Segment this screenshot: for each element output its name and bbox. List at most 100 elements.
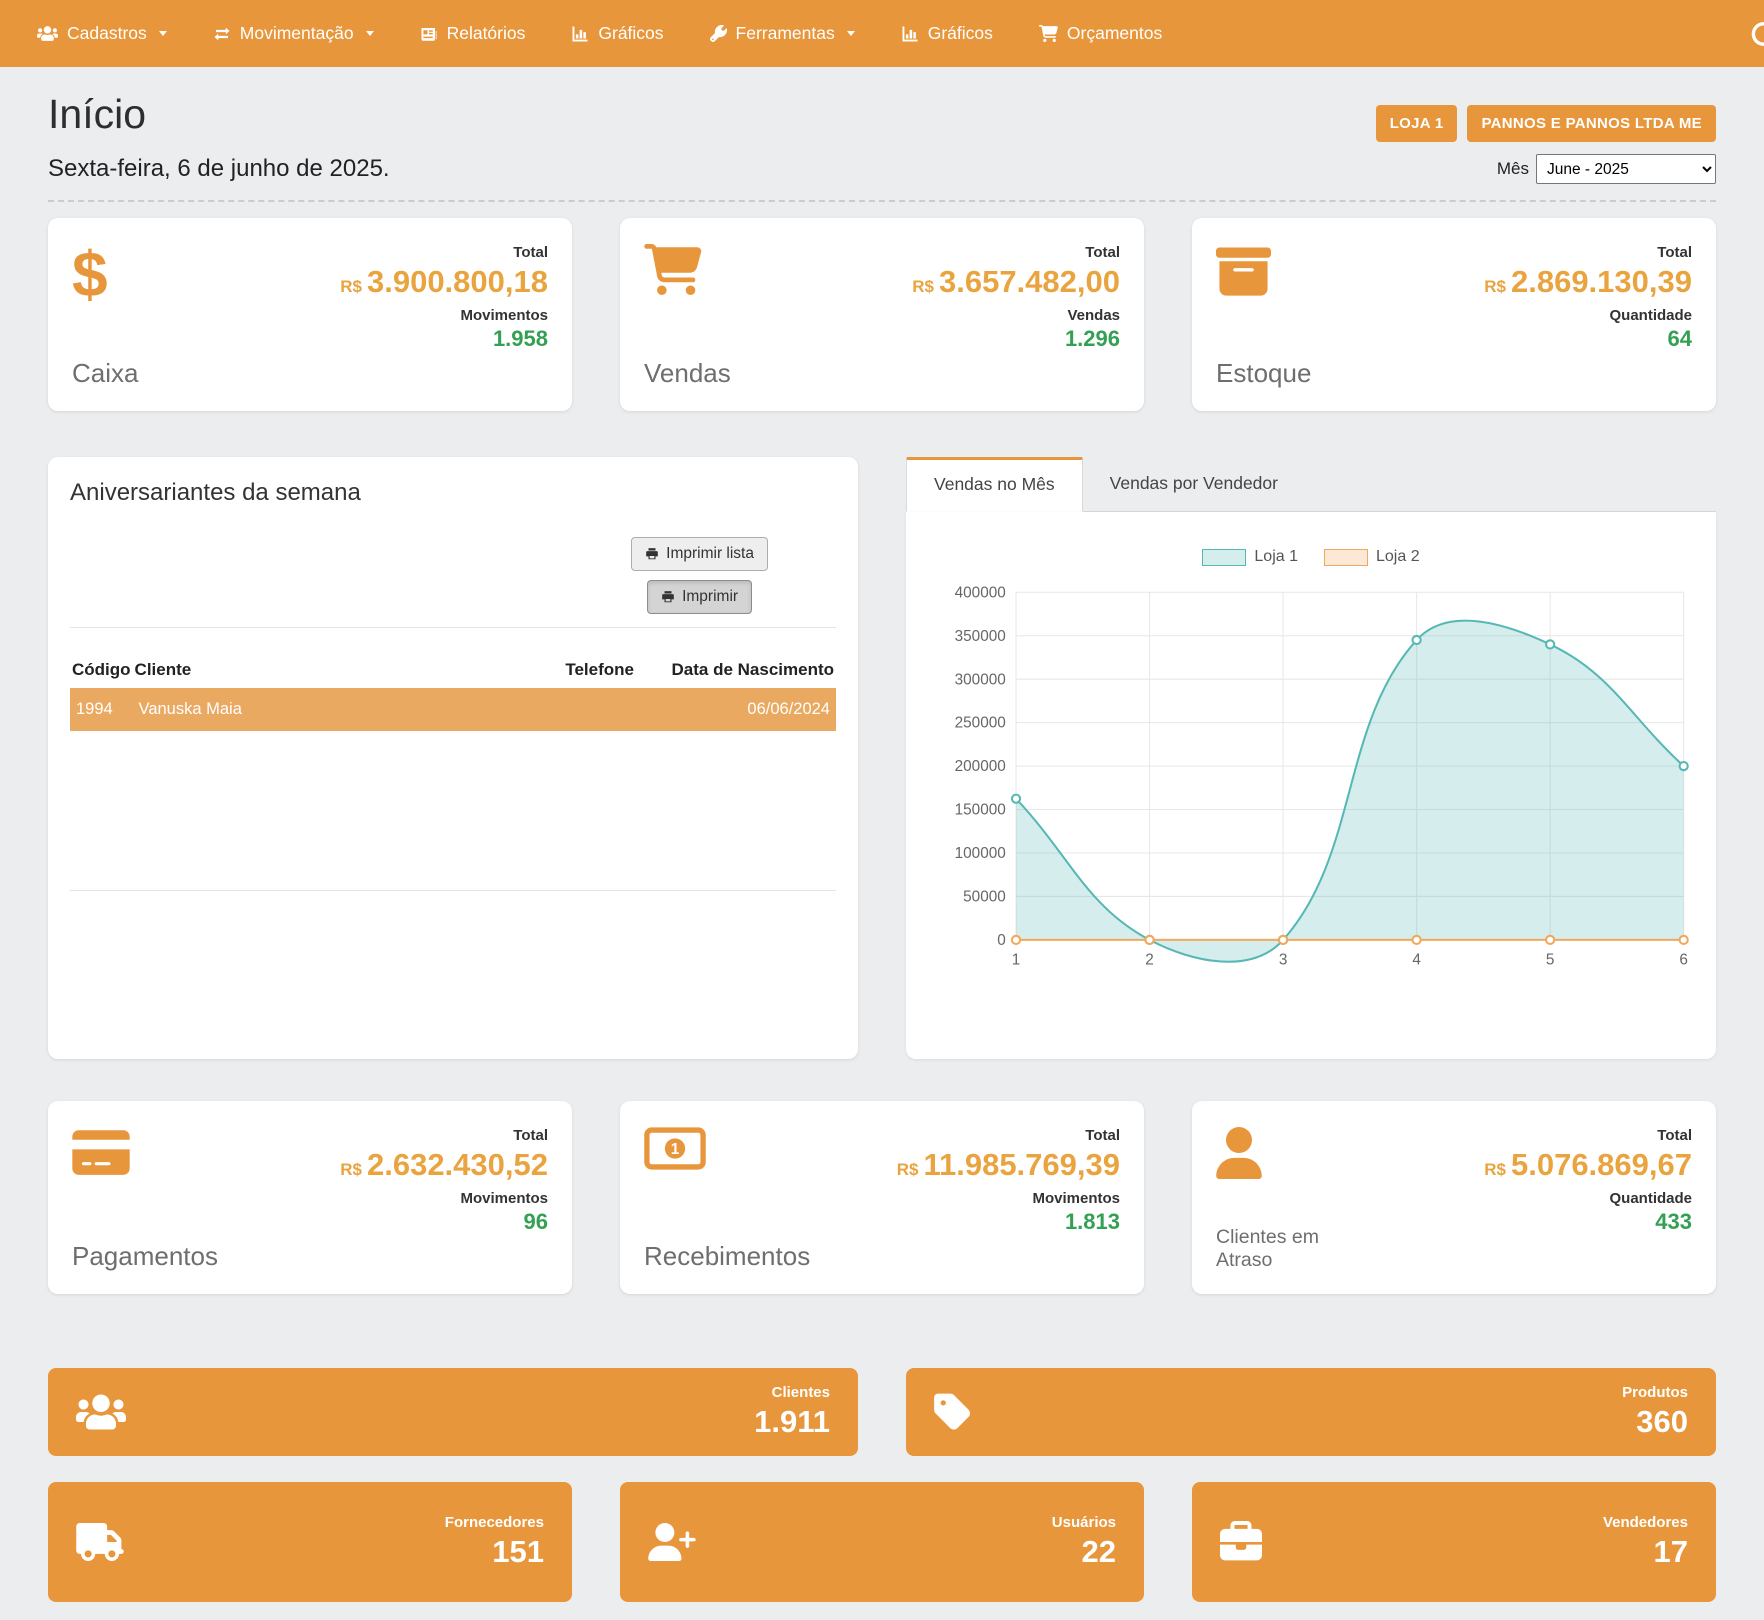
svg-text:6: 6 <box>1679 951 1688 968</box>
stat-card-title: Vendas <box>644 358 731 389</box>
nav-item-cadastros[interactable]: Cadastros <box>14 0 190 67</box>
column-header-nascimento: Data de Nascimento <box>636 652 836 688</box>
svg-text:1: 1 <box>1012 951 1021 968</box>
nav-item-relatorios[interactable]: Relatórios <box>397 0 549 67</box>
count-value: 1.296 <box>912 326 1120 352</box>
total-label: Total <box>912 244 1120 261</box>
column-header-codigo: Código <box>70 652 133 688</box>
legend-item-loja-2[interactable]: Loja 2 <box>1324 548 1420 566</box>
stat-card-title: Clientes em Atraso <box>1216 1226 1334 1272</box>
main-content: Início LOJA 1 PANNOS E PANNOS LTDA ME Se… <box>0 91 1764 1602</box>
total-value: R$3.900.800,18 <box>340 264 548 300</box>
nav-item-label: Orçamentos <box>1067 23 1162 44</box>
count-value: 64 <box>1484 326 1692 352</box>
svg-text:200000: 200000 <box>955 758 1006 775</box>
nav-item-graficos-1[interactable]: Gráficos <box>548 0 686 67</box>
stat-card-title: Estoque <box>1216 358 1311 389</box>
banner-vendedores[interactable]: Vendedores 17 <box>1192 1482 1716 1602</box>
nav-item-graficos-2[interactable]: Gráficos <box>878 0 1016 67</box>
tab-vendas-no-mes[interactable]: Vendas no Mês <box>906 457 1083 512</box>
svg-text:400000: 400000 <box>955 584 1006 601</box>
banner-label: Fornecedores <box>445 1514 544 1531</box>
svg-text:0: 0 <box>997 932 1006 949</box>
month-select[interactable]: June - 2025 <box>1536 154 1716 184</box>
cart-icon <box>1039 25 1058 42</box>
total-label: Total <box>1484 1127 1692 1144</box>
divider <box>70 890 836 891</box>
banner-value: 151 <box>445 1534 544 1570</box>
nav-item-label: Relatórios <box>447 23 526 44</box>
banner-label: Clientes <box>754 1384 830 1401</box>
count-value: 1.813 <box>897 1209 1120 1235</box>
cell-telefone <box>526 688 636 731</box>
briefcase-icon <box>1220 1521 1262 1563</box>
print-list-button[interactable]: Imprimir lista <box>631 537 768 571</box>
chart-legend: Loja 1 Loja 2 <box>924 548 1698 566</box>
total-value: R$11.985.769,39 <box>897 1147 1120 1183</box>
users-icon <box>76 1392 126 1432</box>
date-text: Sexta-feira, 6 de junho de 2025. <box>48 155 390 183</box>
banner-usuarios[interactable]: Usuários 22 <box>620 1482 1144 1602</box>
exchange-icon <box>213 25 231 43</box>
svg-text:250000: 250000 <box>955 715 1006 732</box>
user-plus-icon <box>648 1523 696 1561</box>
count-label: Vendas <box>912 307 1120 324</box>
print-button[interactable]: Imprimir <box>647 580 752 614</box>
nav-item-label: Gráficos <box>928 23 993 44</box>
legend-swatch <box>1324 549 1368 566</box>
birthdays-table: Código Cliente Telefone Data de Nascimen… <box>70 652 836 731</box>
credit-card-icon <box>72 1127 218 1178</box>
nav-item-label: Gráficos <box>598 23 663 44</box>
count-label: Quantidade <box>1484 307 1692 324</box>
chart-tabbar: Vendas no Mês Vendas por Vendedor <box>906 457 1716 512</box>
stat-card-pagamentos: Pagamentos Total R$2.632.430,52 Moviment… <box>48 1101 572 1294</box>
nav-item-orcamentos[interactable]: Orçamentos <box>1016 0 1185 67</box>
top-nav: Cadastros Movimentação Relatórios Gráfic… <box>0 0 1764 67</box>
company-button[interactable]: PANNOS E PANNOS LTDA ME <box>1467 105 1716 142</box>
legend-item-loja-1[interactable]: Loja 1 <box>1202 548 1298 566</box>
printer-icon <box>645 547 659 561</box>
banner-fornecedores[interactable]: Fornecedores 151 <box>48 1482 572 1602</box>
legend-label: Loja 2 <box>1376 548 1420 566</box>
tab-vendas-por-vendedor[interactable]: Vendas por Vendedor <box>1083 457 1305 512</box>
nav-item-movimentacao[interactable]: Movimentação <box>190 0 397 67</box>
sales-line-chart: 1234560500001000001500002000002500003000… <box>924 580 1698 981</box>
nav-item-label: Cadastros <box>67 23 147 44</box>
banner-clientes[interactable]: Clientes 1.911 <box>48 1368 858 1456</box>
stat-card-title: Pagamentos <box>72 1241 218 1272</box>
top-stats-row: $ Caixa Total R$3.900.800,18 Movimentos … <box>48 218 1716 411</box>
svg-text:3: 3 <box>1279 951 1288 968</box>
total-value: R$5.076.869,67 <box>1484 1147 1692 1183</box>
chart-body: Loja 1Loja 2 123456050000100000150000200… <box>906 512 1716 1059</box>
bar-chart-icon <box>901 25 919 43</box>
cell-cliente: Vanuska Maia <box>133 688 526 731</box>
divider <box>48 200 1716 202</box>
sales-chart-card: Vendas no Mês Vendas por Vendedor Loja 1… <box>906 457 1716 1059</box>
svg-text:2: 2 <box>1145 951 1154 968</box>
birthdays-card: Aniversariantes da semana Imprimir lista… <box>48 457 858 1059</box>
store-button[interactable]: LOJA 1 <box>1376 105 1458 142</box>
newspaper-icon <box>420 25 438 43</box>
banner-label: Usuários <box>1052 1514 1116 1531</box>
user-icon <box>1216 1127 1334 1179</box>
svg-text:350000: 350000 <box>955 628 1006 645</box>
nav-item-ferramentas[interactable]: Ferramentas <box>687 0 878 67</box>
refresh-icon[interactable] <box>1750 20 1764 47</box>
birthdays-title: Aniversariantes da semana <box>70 479 836 507</box>
month-label: Mês <box>1497 159 1529 179</box>
bottom-stats-row: Pagamentos Total R$2.632.430,52 Moviment… <box>48 1101 1716 1294</box>
summary-banners-row1: Clientes 1.911 Produtos 360 <box>48 1368 1716 1456</box>
column-header-telefone: Telefone <box>526 652 636 688</box>
banner-produtos[interactable]: Produtos 360 <box>906 1368 1716 1456</box>
count-value: 96 <box>340 1209 548 1235</box>
svg-text:300000: 300000 <box>955 671 1006 688</box>
summary-banners-row2: Fornecedores 151 Usuários 22 Vendedores … <box>48 1482 1716 1602</box>
total-label: Total <box>340 244 548 261</box>
stat-card-recebimentos: 1 Recebimentos Total R$11.985.769,39 Mov… <box>620 1101 1144 1294</box>
bar-chart-icon <box>571 25 589 43</box>
stat-card-title: Caixa <box>72 358 138 389</box>
truck-icon <box>76 1523 124 1561</box>
total-value: R$2.869.130,39 <box>1484 264 1692 300</box>
birthday-row[interactable]: 1994 Vanuska Maia 06/06/2024 <box>70 688 836 731</box>
banner-value: 1.911 <box>754 1404 830 1440</box>
